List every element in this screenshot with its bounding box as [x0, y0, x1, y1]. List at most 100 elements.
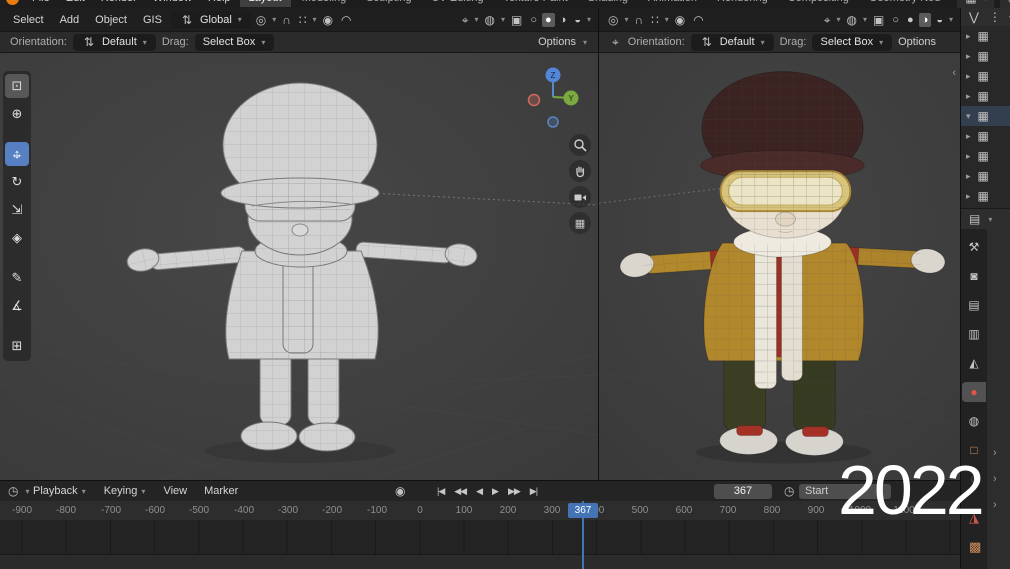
workspace-tab-shading[interactable]: Shading	[579, 0, 637, 7]
rotate-tool[interactable]: ↻	[5, 170, 29, 194]
workspace-tab-modeling[interactable]: Modeling	[293, 0, 356, 7]
panel-expand-icon[interactable]: ›	[993, 447, 997, 459]
workspace-tab-geometry-nodes[interactable]: Geometry Nod	[860, 0, 950, 7]
jump-to-start-button[interactable]: |◀	[434, 486, 447, 497]
shading-rendered-icon[interactable]: ◒	[571, 13, 584, 27]
falloff-icon[interactable]: ◠	[338, 9, 354, 31]
cursor-tool[interactable]: ⊕	[5, 102, 29, 126]
current-frame-field[interactable]: 367	[714, 481, 772, 501]
xray-toggle-icon[interactable]: ▣	[870, 9, 887, 31]
pan-hand-icon[interactable]	[569, 160, 591, 182]
collapse-icon[interactable]: ▸	[966, 71, 971, 82]
annotate-tool[interactable]: ✎	[5, 266, 29, 290]
collapse-icon[interactable]: ▸	[966, 151, 971, 162]
menu-file[interactable]: File	[25, 0, 57, 8]
viewport-right-canvas[interactable]: ‹	[599, 53, 960, 480]
tab-tool[interactable]: ⚒	[962, 237, 986, 257]
drag-dropdown[interactable]: Select Box ▾	[812, 34, 892, 51]
outliner-item[interactable]: ▸▦	[961, 146, 1010, 166]
expand-icon[interactable]: ▾	[966, 111, 971, 122]
outliner-item[interactable]: ▸▦	[961, 166, 1010, 186]
menu-marker[interactable]: Marker	[197, 481, 245, 501]
play-reverse-button[interactable]: ◀	[473, 486, 485, 497]
blender-logo-icon[interactable]	[6, 0, 19, 5]
collapse-icon[interactable]: ▸	[966, 91, 971, 102]
shading-solid-icon[interactable]: ●	[542, 13, 555, 27]
menu-edit[interactable]: Edit	[59, 0, 92, 8]
overlays-toggle-icon[interactable]: ◍	[482, 9, 498, 31]
shading-rendered-icon[interactable]: ◒	[933, 13, 946, 27]
workspace-tab-sculpting[interactable]: Sculpting	[357, 0, 420, 7]
jump-to-end-button[interactable]: ▶|	[527, 486, 540, 497]
snap-target-icon[interactable]: ∷	[648, 9, 662, 31]
workspace-tab-uv-editing[interactable]: UV Editing	[422, 0, 492, 7]
gizmos-toggle-icon[interactable]: ⌖	[459, 9, 472, 31]
workspace-tab-layout[interactable]: Layout	[240, 0, 291, 7]
playhead-frame-badge[interactable]: 367	[568, 503, 598, 518]
options-button[interactable]: Options	[538, 36, 576, 48]
shading-material-icon[interactable]: ◑	[557, 13, 570, 27]
play-button[interactable]: ▶	[489, 486, 501, 497]
panel-expand-icon[interactable]: ›	[993, 499, 997, 511]
checker-texture-icon[interactable]: ▩	[969, 539, 981, 555]
shading-wireframe-icon[interactable]: ○	[889, 13, 902, 27]
gizmos-toggle-icon[interactable]: ⌖	[821, 9, 834, 31]
tab-output[interactable]: ▤	[962, 295, 986, 315]
collapse-icon[interactable]: ▸	[966, 31, 971, 42]
shading-material-icon[interactable]: ◑	[919, 13, 932, 27]
panel-expand-icon[interactable]: ›	[993, 473, 997, 485]
axis-x-negative-icon[interactable]	[529, 95, 540, 106]
outliner-item[interactable]: ▸▦	[961, 86, 1010, 106]
timeline-ruler[interactable]: -900 -800 -700 -600 -500 -400 -300 -200 …	[0, 501, 960, 520]
timeline-track-area[interactable]	[0, 520, 960, 554]
navigation-gizmo[interactable]: Z Y	[521, 65, 585, 129]
menu-view[interactable]: View	[156, 481, 194, 501]
collapse-icon[interactable]: ▸	[966, 171, 971, 182]
collapse-icon[interactable]: ▸	[966, 51, 971, 62]
shading-solid-icon[interactable]: ●	[904, 13, 917, 27]
axis-z-negative-icon[interactable]	[548, 117, 558, 127]
measure-tool[interactable]: ∡	[5, 294, 29, 318]
snap-magnet-icon[interactable]: ∩	[279, 9, 294, 31]
workspace-tab-compositing[interactable]: Compositing	[779, 0, 858, 7]
next-keyframe-button[interactable]: ▶▶	[505, 486, 523, 497]
region-join-handle[interactable]: ‹	[952, 67, 956, 79]
select-box-tool[interactable]: ⊡	[5, 74, 29, 98]
outliner-item[interactable]: ▸▦	[961, 126, 1010, 146]
menu-add[interactable]: Add	[53, 9, 87, 31]
outliner-item[interactable]: ▸▦	[961, 26, 1010, 46]
outliner-item[interactable]: ▸▦	[961, 66, 1010, 86]
outliner-item[interactable]: ▸▦	[961, 186, 1010, 206]
menu-select[interactable]: Select	[6, 9, 51, 31]
outliner-item-selected[interactable]: ▾▦	[961, 106, 1010, 126]
menu-playback[interactable]: Playback ▾	[26, 481, 94, 502]
move-tool[interactable]: ↔↕	[5, 142, 29, 166]
xray-toggle-icon[interactable]: ▣	[508, 9, 525, 31]
zoom-icon[interactable]	[569, 134, 591, 156]
tab-material[interactable]: ●	[962, 382, 986, 402]
workspace-tab-texture-paint[interactable]: Texture Paint	[494, 0, 576, 7]
snap-target-icon[interactable]: ∷	[296, 9, 310, 31]
viewport-left-canvas[interactable]: ⊡ ⊕ ↔↕ ↻ ⇲ ◈ ✎ ∡ ⊞ Z Y	[0, 53, 598, 480]
snap-magnet-icon[interactable]: ∩	[632, 9, 647, 31]
menu-gis[interactable]: GIS	[136, 9, 169, 31]
menu-keying[interactable]: Keying ▾	[97, 481, 154, 502]
scale-tool[interactable]: ⇲	[5, 198, 29, 222]
timeline-scrollbar[interactable]	[0, 554, 960, 569]
menu-window[interactable]: Window	[146, 0, 199, 8]
menu-object[interactable]: Object	[88, 9, 134, 31]
orientation-dropdown[interactable]: ⇅ Default ▾	[691, 34, 774, 51]
menu-render[interactable]: Render	[94, 0, 144, 8]
collapse-icon[interactable]: ▸	[966, 191, 971, 202]
transform-tool[interactable]: ◈	[5, 226, 29, 250]
collapse-icon[interactable]: ▸	[966, 131, 971, 142]
outliner-item[interactable]: ▸▦	[961, 46, 1010, 66]
falloff-icon[interactable]: ◠	[690, 9, 706, 31]
auto-keying-button[interactable]: ◉	[392, 481, 408, 501]
previous-keyframe-button[interactable]: ◀◀	[451, 486, 469, 497]
pivot-point-icon[interactable]: ◎	[605, 9, 621, 31]
editor-type-icon[interactable]: ▤	[966, 208, 983, 230]
tab-view-layer[interactable]: ▥	[962, 324, 986, 344]
transform-orientation-dropdown[interactable]: ⇅ Global ▾	[171, 11, 251, 28]
workspace-tab-rendering[interactable]: Rendering	[708, 0, 777, 7]
